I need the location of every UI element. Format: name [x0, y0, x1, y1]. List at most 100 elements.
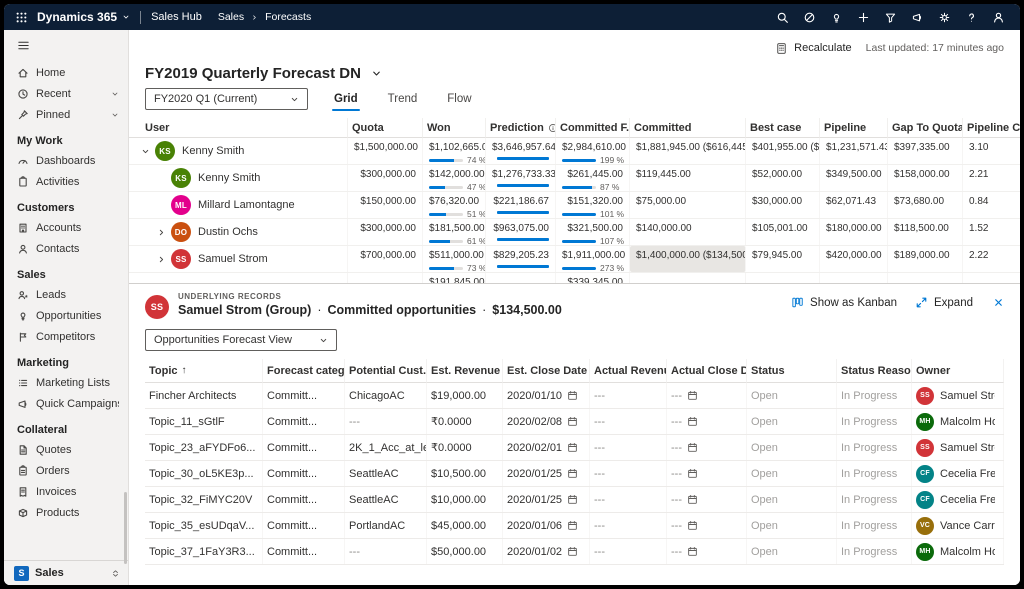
forecast-grid-header: User Quota Won Prediction Committed F...… — [129, 118, 1020, 138]
forecast-row[interactable]: $191,845.00 $339,345.00 — [129, 273, 1020, 283]
area-switcher[interactable]: S Sales — [4, 560, 128, 585]
topic-cell[interactable]: Topic_35_esUDqaV... — [145, 513, 263, 538]
search-icon[interactable] — [769, 4, 796, 30]
expand-button[interactable]: Expand — [915, 296, 973, 309]
sidebar-item-invoices[interactable]: Invoices — [4, 481, 128, 502]
avatar: CF — [916, 491, 934, 509]
column-header-best-case[interactable]: Best case — [746, 118, 820, 138]
gear-icon[interactable] — [931, 4, 958, 30]
sidebar-item-opportunities[interactable]: Opportunities — [4, 305, 128, 326]
column-header-prediction[interactable]: Prediction — [486, 118, 556, 138]
recalculate-button[interactable]: Recalculate — [775, 42, 851, 55]
sidebar-item-leads[interactable]: Leads — [4, 284, 128, 305]
calendar-icon — [687, 442, 698, 453]
close-icon[interactable] — [993, 297, 1004, 308]
column-header-won[interactable]: Won — [423, 118, 486, 138]
breadcrumb-sales[interactable]: Sales — [218, 11, 244, 23]
chevron-right-icon[interactable] — [157, 255, 171, 264]
forecast-title-chevron-icon[interactable] — [371, 68, 382, 79]
sidebar-item-products[interactable]: Products — [4, 502, 128, 523]
sidebar-item-home[interactable]: Home — [4, 62, 128, 83]
help-icon[interactable] — [958, 4, 985, 30]
column-header-forecast-categ[interactable]: Forecast categ... — [263, 359, 345, 383]
opportunity-row[interactable]: Fincher Architects Committ... ChicagoAC … — [145, 383, 1004, 409]
sidebar-item-quotes[interactable]: Quotes — [4, 439, 128, 460]
committed-cell[interactable]: $1,881,945.00 ($616,445.00) — [630, 138, 746, 164]
topic-cell[interactable]: Fincher Architects — [145, 383, 263, 408]
forecast-row[interactable]: KS Kenny Smith $1,500,000.00 $1,102,665.… — [129, 138, 1020, 165]
topic-cell[interactable]: Topic_32_FiMYC20V — [145, 487, 263, 512]
sidebar-item-activities[interactable]: Activities — [4, 171, 128, 192]
app-brand[interactable]: Dynamics 365 — [37, 10, 117, 24]
column-header-pipeline-co[interactable]: Pipeline Co... — [963, 118, 1020, 138]
column-header-est-revenue[interactable]: Est. Revenue — [427, 359, 503, 383]
opportunity-row[interactable]: Topic_11_sGtlF Committ... --- ₹0.0000 20… — [145, 409, 1004, 435]
lightbulb-icon[interactable] — [823, 4, 850, 30]
column-header-committed[interactable]: Committed — [630, 118, 746, 138]
sidebar-item-marketing-lists[interactable]: Marketing Lists — [4, 372, 128, 393]
column-header-est-close-date[interactable]: Est. Close Date — [503, 359, 590, 383]
opportunity-row[interactable]: Topic_32_FiMYC20V Committ... SeattleAC $… — [145, 487, 1004, 513]
sidebar-item-accounts[interactable]: Accounts — [4, 217, 128, 238]
waffle-menu-icon[interactable] — [8, 4, 34, 30]
committed-cell[interactable]: $140,000.00 — [630, 219, 746, 245]
user-cell: KS Kenny Smith — [129, 138, 348, 164]
chevron-right-icon[interactable] — [157, 228, 171, 237]
topic-cell[interactable]: Topic_37_1FaY3R3... — [145, 539, 263, 564]
person-icon[interactable] — [985, 4, 1012, 30]
sidebar-scrollbar[interactable] — [124, 492, 127, 564]
column-header-topic[interactable]: Topic↑ — [145, 359, 263, 383]
committed-cell[interactable]: $119,445.00 — [630, 165, 746, 191]
column-header-status[interactable]: Status — [747, 359, 837, 383]
breadcrumb-forecasts[interactable]: Forecasts — [265, 11, 311, 23]
tab-trend[interactable]: Trend — [386, 89, 420, 109]
column-header-committed-f[interactable]: Committed F... — [556, 118, 630, 138]
tab-flow[interactable]: Flow — [445, 89, 473, 109]
opportunity-row[interactable]: Topic_30_oL5KE3p... Committ... SeattleAC… — [145, 461, 1004, 487]
megaphone-icon[interactable] — [904, 4, 931, 30]
pipeline-cell: $349,500.00 — [820, 165, 888, 191]
sidebar-item-quick-campaigns[interactable]: Quick Campaigns — [4, 393, 128, 414]
forecast-row[interactable]: KS Kenny Smith $300,000.00 $142,000.00 4… — [129, 165, 1020, 192]
column-header-user[interactable]: User — [129, 118, 348, 138]
plus-icon[interactable] — [850, 4, 877, 30]
info-icon[interactable] — [548, 123, 556, 133]
column-header-owner[interactable]: Owner — [912, 359, 1004, 383]
opportunity-row[interactable]: Topic_23_aFYDFo6... Committ... 2K_1_Acc_… — [145, 435, 1004, 461]
topic-cell[interactable]: Topic_23_aFYDFo6... — [145, 435, 263, 460]
topic-cell[interactable]: Topic_30_oL5KE3p... — [145, 461, 263, 486]
pipeline-coverage-cell — [963, 273, 1020, 283]
owner-cell: VC Vance Carrico — [912, 513, 1004, 538]
committed-cell[interactable] — [630, 273, 746, 283]
period-selector[interactable]: FY2020 Q1 (Current) — [145, 88, 308, 110]
column-header-pipeline[interactable]: Pipeline — [820, 118, 888, 138]
column-header-potential-cust[interactable]: Potential Cust... — [345, 359, 427, 383]
topic-cell[interactable]: Topic_11_sGtlF — [145, 409, 263, 434]
sidebar-item-contacts[interactable]: Contacts — [4, 238, 128, 259]
column-header-quota[interactable]: Quota — [348, 118, 423, 138]
opportunity-row[interactable]: Topic_37_1FaY3R3... Committ... --- $50,0… — [145, 539, 1004, 565]
committed-cell[interactable]: $1,400,000.00 ($134,500.00) — [630, 246, 746, 272]
app-name[interactable]: Sales Hub — [151, 11, 202, 23]
column-header-status-reason[interactable]: Status Reason — [837, 359, 912, 383]
column-header-gap-to-quota[interactable]: Gap To Quota — [888, 118, 963, 138]
committed-cell[interactable]: $75,000.00 — [630, 192, 746, 218]
filter-icon[interactable] — [877, 4, 904, 30]
forecast-row[interactable]: ML Millard Lamontagne $150,000.00 $76,32… — [129, 192, 1020, 219]
tab-grid[interactable]: Grid — [332, 89, 360, 109]
sidebar-item-competitors[interactable]: Competitors — [4, 326, 128, 347]
show-as-kanban-button[interactable]: Show as Kanban — [791, 296, 897, 309]
opportunity-row[interactable]: Topic_35_esUDqaV... Committ... PortlandA… — [145, 513, 1004, 539]
column-header-actual-revenue[interactable]: Actual Revenue — [590, 359, 667, 383]
circle-slash-icon[interactable] — [796, 4, 823, 30]
hamburger-menu-icon[interactable] — [4, 30, 128, 60]
sidebar-item-recent[interactable]: Recent — [4, 83, 128, 104]
sidebar-item-orders[interactable]: Orders — [4, 460, 128, 481]
sidebar-item-pinned[interactable]: Pinned — [4, 104, 128, 125]
chevron-down-icon[interactable] — [141, 147, 155, 156]
forecast-row[interactable]: SS Samuel Strom $700,000.00 $511,000.00 … — [129, 246, 1020, 273]
view-selector[interactable]: Opportunities Forecast View — [145, 329, 337, 351]
forecast-row[interactable]: DO Dustin Ochs $300,000.00 $181,500.00 6… — [129, 219, 1020, 246]
column-header-actual-close-d[interactable]: Actual Close D... — [667, 359, 747, 383]
sidebar-item-dashboards[interactable]: Dashboards — [4, 150, 128, 171]
